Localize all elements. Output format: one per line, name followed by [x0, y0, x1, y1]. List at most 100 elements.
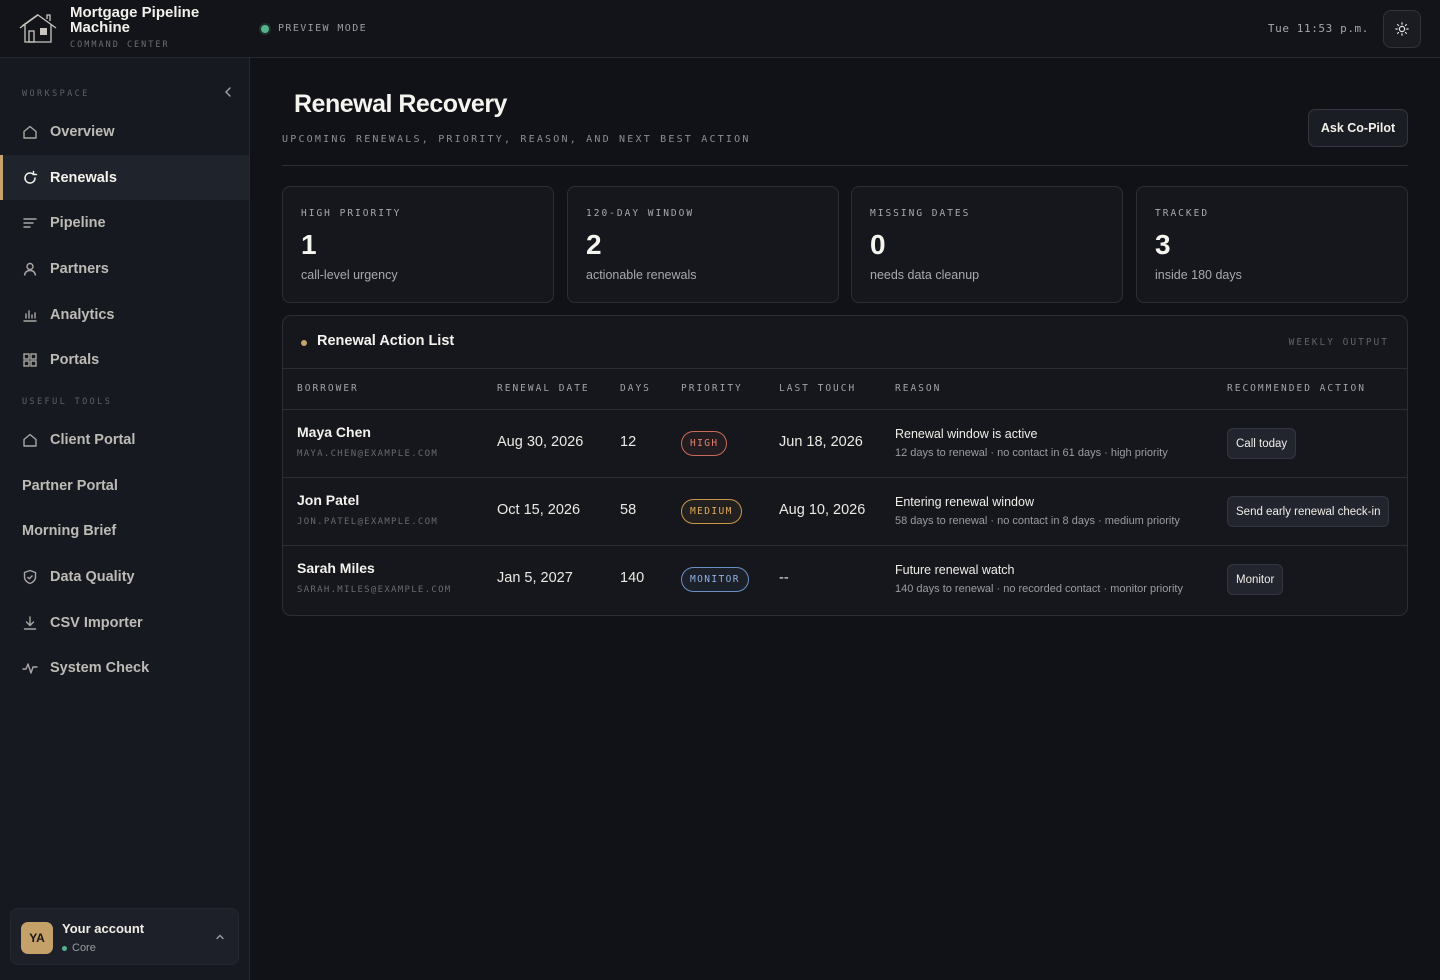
priority-badge: MEDIUM: [681, 499, 742, 524]
workspace-section-label: WORKSPACE: [22, 89, 90, 99]
avatar: YA: [21, 922, 53, 954]
sidebar-item-partners[interactable]: Partners: [0, 246, 249, 291]
page-subtitle: UPCOMING RENEWALS, PRIORITY, REASON, AND…: [282, 134, 751, 145]
list-icon: [23, 217, 37, 228]
priority-badge: HIGH: [681, 431, 728, 456]
stat-card-120-day-window: 120-DAY WINDOW 2 actionable renewals: [567, 186, 839, 303]
stat-description: inside 180 days: [1155, 268, 1242, 282]
column-header-renewal-date[interactable]: RENEWAL DATE: [497, 383, 590, 394]
refresh-icon: [24, 170, 38, 184]
tools-section-label: USEFUL TOOLS: [22, 397, 113, 407]
column-header-days[interactable]: DAYS: [620, 383, 651, 394]
sidebar-item-client-portal[interactable]: Client Portal: [0, 417, 249, 462]
user-icon: [23, 262, 37, 276]
sidebar-item-morning-brief[interactable]: Morning Brief: [0, 508, 249, 553]
days-to-renewal: 12: [620, 434, 637, 450]
chevron-up-icon: [216, 934, 224, 940]
sidebar-item-portals[interactable]: Portals: [0, 337, 249, 382]
sidebar-item-pipeline[interactable]: Pipeline: [0, 200, 249, 245]
stat-label: HIGH PRIORITY: [301, 208, 402, 219]
table-row[interactable]: Sarah Miles SARAH.MILES@EXAMPLE.COM Jan …: [283, 546, 1407, 614]
home-icon: [23, 125, 37, 139]
sidebar-item-system-check[interactable]: System Check: [0, 645, 249, 690]
sidebar-item-data-quality[interactable]: Data Quality: [0, 554, 249, 599]
renewal-date: Aug 30, 2026: [497, 434, 584, 450]
sun-icon: [1395, 22, 1409, 36]
clock: Tue 11:53 p.m.: [1267, 22, 1369, 35]
panel-header: Renewal Action List WEEKLY OUTPUT: [283, 316, 1407, 369]
preview-mode-label: PREVIEW MODE: [278, 23, 368, 34]
activity-icon: [22, 662, 38, 674]
sidebar-item-label: System Check: [50, 659, 150, 676]
stat-card-tracked: TRACKED 3 inside 180 days: [1136, 186, 1408, 303]
top-bar: Mortgage Pipeline Machine COMMAND CENTER…: [0, 0, 1440, 58]
collapse-sidebar-icon[interactable]: [221, 85, 235, 99]
column-header-recommended-action[interactable]: RECOMMENDED ACTION: [1227, 383, 1366, 394]
ask-copilot-button[interactable]: Ask Co-Pilot: [1308, 109, 1408, 147]
column-header-priority[interactable]: PRIORITY: [681, 383, 743, 394]
sidebar-item-label: Morning Brief: [22, 522, 117, 539]
stat-label: MISSING DATES: [870, 208, 971, 219]
priority-badge: MONITOR: [681, 567, 749, 592]
account-plan: Core: [62, 942, 96, 954]
header-divider: [282, 165, 1408, 166]
sidebar-item-overview[interactable]: Overview: [0, 109, 249, 154]
borrower-email: JON.PATEL@EXAMPLE.COM: [297, 517, 439, 527]
panel-title: Renewal Action List: [317, 333, 455, 349]
days-to-renewal: 140: [620, 570, 645, 586]
stat-label: TRACKED: [1155, 208, 1210, 219]
app-title: Mortgage Pipeline Machine: [70, 4, 200, 36]
theme-toggle-button[interactable]: [1383, 10, 1421, 48]
sidebar-item-label: Partners: [50, 260, 109, 277]
sidebar: WORKSPACE Overview Renewals Pipeline Par…: [0, 58, 250, 980]
borrower-name: Jon Patel: [297, 492, 360, 508]
reason-detail: 12 days to renewal · no contact in 61 da…: [895, 447, 1168, 459]
column-header-last-touch[interactable]: LAST TOUCH: [779, 383, 856, 394]
sidebar-item-csv-importer[interactable]: CSV Importer: [0, 600, 249, 645]
last-touch: Jun 18, 2026: [779, 434, 863, 450]
reason-title: Renewal window is active: [895, 427, 1038, 441]
status-dot: [261, 24, 269, 33]
stat-value: 1: [301, 229, 317, 260]
stat-label: 120-DAY WINDOW: [586, 208, 695, 219]
grid-icon: [23, 352, 37, 367]
panel-status-dot: [301, 340, 307, 346]
recommended-action-button[interactable]: Monitor: [1227, 564, 1284, 595]
renewal-date: Oct 15, 2026: [497, 502, 581, 518]
last-touch: --: [779, 570, 789, 586]
bar-chart-icon: [23, 309, 37, 322]
column-header-borrower[interactable]: BORROWER: [297, 383, 359, 394]
sidebar-item-label: Partner Portal: [22, 477, 118, 494]
sidebar-item-label: Overview: [50, 123, 115, 140]
renewal-action-panel: Renewal Action List WEEKLY OUTPUT BORROW…: [282, 315, 1408, 616]
sidebar-item-label: Renewals: [50, 169, 117, 186]
column-header-reason[interactable]: REASON: [895, 383, 941, 394]
borrower-name: Maya Chen: [297, 424, 371, 440]
sidebar-item-label: Portals: [50, 351, 100, 368]
account-menu[interactable]: YA Your account Core: [10, 908, 239, 965]
recommended-action-button[interactable]: Call today: [1227, 428, 1297, 459]
stat-value: 0: [870, 229, 886, 260]
table-row[interactable]: Maya Chen MAYA.CHEN@EXAMPLE.COM Aug 30, …: [283, 410, 1407, 478]
panel-tag: WEEKLY OUTPUT: [1288, 337, 1389, 348]
stat-value: 2: [586, 229, 602, 260]
account-plan-label: Core: [72, 942, 96, 954]
borrower-name: Sarah Miles: [297, 560, 375, 576]
stat-card-high-priority: HIGH PRIORITY 1 call-level urgency: [282, 186, 554, 303]
plan-status-dot: [62, 945, 67, 951]
sidebar-item-label: Pipeline: [50, 214, 106, 231]
sidebar-item-renewals[interactable]: Renewals: [0, 155, 249, 200]
last-touch: Aug 10, 2026: [779, 502, 866, 518]
recommended-action-button[interactable]: Send early renewal check-in: [1227, 496, 1390, 527]
reason-title: Entering renewal window: [895, 495, 1034, 509]
table-row[interactable]: Jon Patel JON.PATEL@EXAMPLE.COM Oct 15, …: [283, 478, 1407, 546]
preview-mode-indicator: PREVIEW MODE: [261, 23, 367, 34]
page-title: Renewal Recovery: [294, 90, 507, 118]
stat-value: 3: [1155, 229, 1171, 260]
sidebar-item-analytics[interactable]: Analytics: [0, 292, 249, 337]
shield-check-icon: [23, 569, 37, 584]
stat-card-missing-dates: MISSING DATES 0 needs data cleanup: [851, 186, 1123, 303]
home-icon: [23, 433, 37, 447]
stat-description: actionable renewals: [586, 268, 697, 282]
sidebar-item-partner-portal[interactable]: Partner Portal: [0, 463, 249, 508]
